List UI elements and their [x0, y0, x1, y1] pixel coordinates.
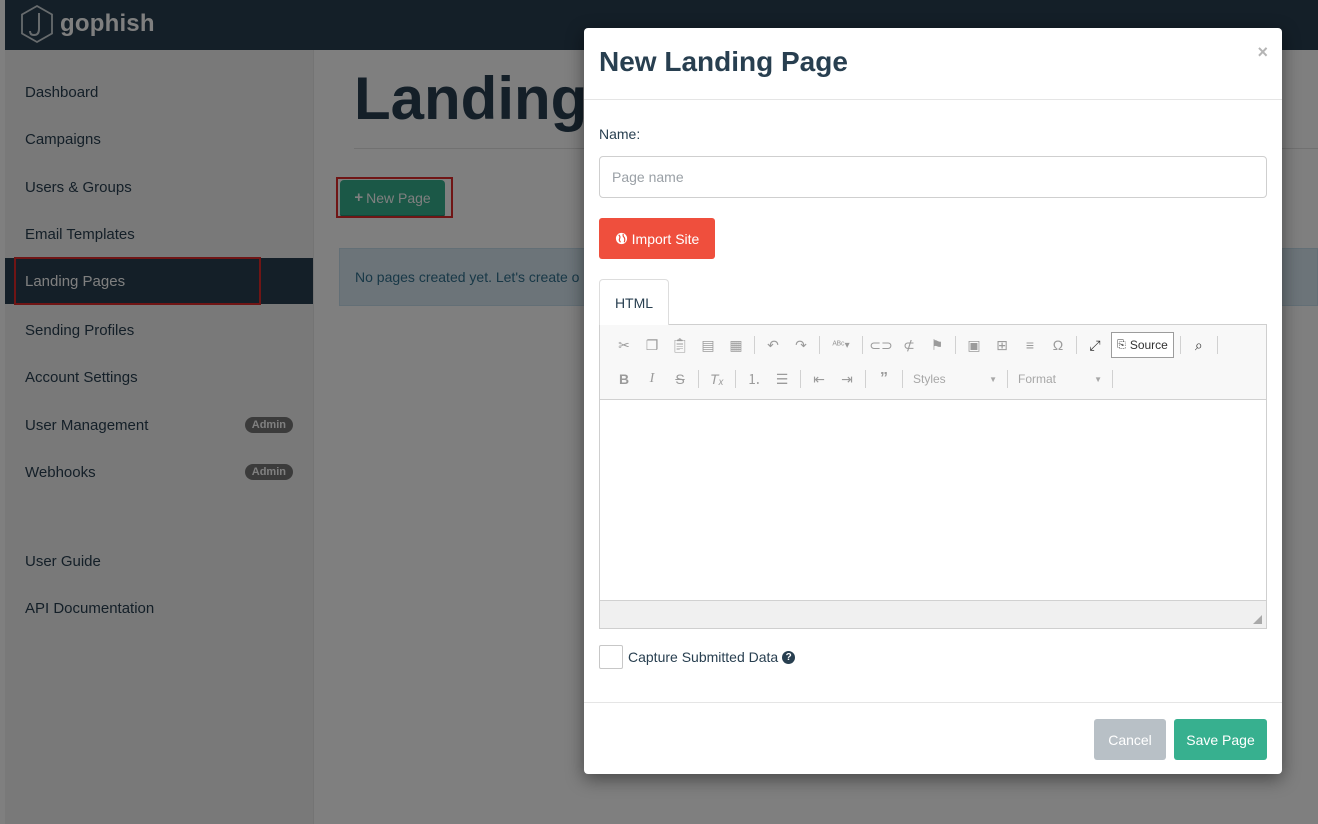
- special-char-icon[interactable]: Ω: [1046, 333, 1070, 357]
- editor-content-area[interactable]: [600, 400, 1266, 600]
- blockquote-icon[interactable]: ”: [872, 367, 896, 391]
- bold-icon[interactable]: B: [612, 367, 636, 391]
- name-label: Name:: [599, 126, 641, 142]
- unlink-icon[interactable]: ⊄: [897, 333, 921, 357]
- tab-html[interactable]: HTML: [599, 279, 669, 325]
- toolbar-separator: [735, 370, 736, 388]
- toolbar-separator: [698, 370, 699, 388]
- indent-icon[interactable]: ⇥: [835, 367, 859, 391]
- toolbar-separator: [1216, 336, 1218, 354]
- question-circle-icon[interactable]: ?: [782, 650, 796, 664]
- link-icon[interactable]: ⊂⊃: [869, 333, 893, 357]
- html-editor: ✂ ❐ 📋︎ ▤ ▦ ↶ ↷ ᴬᴮᶜ▾ ⊂⊃ ⊄ ⚑ ▣ ⊞ ≡ Ω ⤢ ⎘ S…: [599, 324, 1267, 629]
- strike-icon[interactable]: S: [668, 367, 692, 391]
- source-label: Source: [1129, 338, 1168, 352]
- source-icon: ⎘: [1117, 338, 1126, 351]
- preview-icon[interactable]: ⌕: [1187, 333, 1211, 357]
- cancel-button[interactable]: Cancel: [1094, 719, 1166, 760]
- styles-label: Styles: [913, 372, 946, 386]
- globe-icon: [615, 232, 627, 245]
- close-icon[interactable]: ×: [1257, 42, 1268, 63]
- toolbar-separator: [955, 336, 956, 354]
- toolbar-separator: [862, 336, 863, 354]
- toolbar-separator: [1112, 370, 1113, 388]
- bulleted-list-icon[interactable]: ☰: [770, 367, 794, 391]
- editor-status-bar: [600, 600, 1266, 628]
- horizontal-line-icon[interactable]: ≡: [1018, 333, 1042, 357]
- modal-footer: Cancel Save Page: [584, 702, 1282, 774]
- new-landing-page-modal: New Landing Page × Name: Import Site HTM…: [584, 28, 1282, 774]
- styles-dropdown[interactable]: Styles ▼: [909, 368, 1001, 390]
- toolbar-separator: [800, 370, 801, 388]
- resize-handle-icon[interactable]: [1253, 615, 1262, 624]
- outdent-icon[interactable]: ⇤: [807, 367, 831, 391]
- source-button[interactable]: ⎘ Source: [1111, 332, 1174, 358]
- numbered-list-icon[interactable]: ⒈: [742, 367, 766, 391]
- modal-title: New Landing Page: [599, 46, 848, 77]
- capture-data-checkbox[interactable]: [599, 645, 623, 669]
- paste-text-icon[interactable]: ▤: [696, 333, 720, 357]
- redo-icon[interactable]: ↷: [789, 333, 813, 357]
- toolbar-separator: [819, 336, 820, 354]
- capture-data-label-wrap: Capture Submitted Data ?: [628, 649, 796, 665]
- toolbar-separator: [865, 370, 866, 388]
- copy-icon[interactable]: ❐: [640, 333, 664, 357]
- undo-icon[interactable]: ↶: [761, 333, 785, 357]
- image-icon[interactable]: ▣: [962, 333, 986, 357]
- modal-header: New Landing Page ×: [584, 28, 1282, 100]
- maximize-icon[interactable]: ⤢: [1083, 333, 1107, 357]
- format-label: Format: [1018, 372, 1057, 386]
- chevron-down-icon: ▼: [989, 374, 997, 384]
- toolbar-separator: [754, 336, 755, 354]
- page-name-input[interactable]: [599, 156, 1267, 198]
- save-page-button[interactable]: Save Page: [1174, 719, 1267, 760]
- italic-icon[interactable]: I: [640, 367, 664, 391]
- table-icon[interactable]: ⊞: [990, 333, 1014, 357]
- cut-icon[interactable]: ✂: [612, 333, 636, 357]
- import-site-label: Import Site: [631, 230, 700, 247]
- capture-data-label: Capture Submitted Data: [628, 649, 779, 665]
- tab-html-label: HTML: [614, 294, 654, 311]
- chevron-down-icon: ▼: [1094, 374, 1102, 384]
- anchor-icon[interactable]: ⚑: [925, 333, 949, 357]
- toolbar-row-1: ✂ ❐ 📋︎ ▤ ▦ ↶ ↷ ᴬᴮᶜ▾ ⊂⊃ ⊄ ⚑ ▣ ⊞ ≡ Ω ⤢ ⎘ S…: [612, 331, 1220, 359]
- format-dropdown[interactable]: Format ▼: [1014, 368, 1106, 390]
- remove-format-icon[interactable]: Tₓ: [705, 367, 729, 391]
- import-site-button[interactable]: Import Site: [599, 218, 715, 259]
- toolbar-separator: [1179, 336, 1181, 354]
- paste-icon[interactable]: 📋︎: [668, 333, 692, 357]
- spellcheck-icon[interactable]: ᴬᴮᶜ▾: [826, 333, 856, 357]
- toolbar-separator: [1076, 336, 1077, 354]
- toolbar-separator: [902, 370, 903, 388]
- toolbar-row-2: B I S Tₓ ⒈ ☰ ⇤ ⇥ ” Styles ▼ Format ▼: [612, 365, 1115, 393]
- editor-toolbar: ✂ ❐ 📋︎ ▤ ▦ ↶ ↷ ᴬᴮᶜ▾ ⊂⊃ ⊄ ⚑ ▣ ⊞ ≡ Ω ⤢ ⎘ S…: [600, 325, 1266, 400]
- toolbar-separator: [1007, 370, 1008, 388]
- paste-word-icon[interactable]: ▦: [724, 333, 748, 357]
